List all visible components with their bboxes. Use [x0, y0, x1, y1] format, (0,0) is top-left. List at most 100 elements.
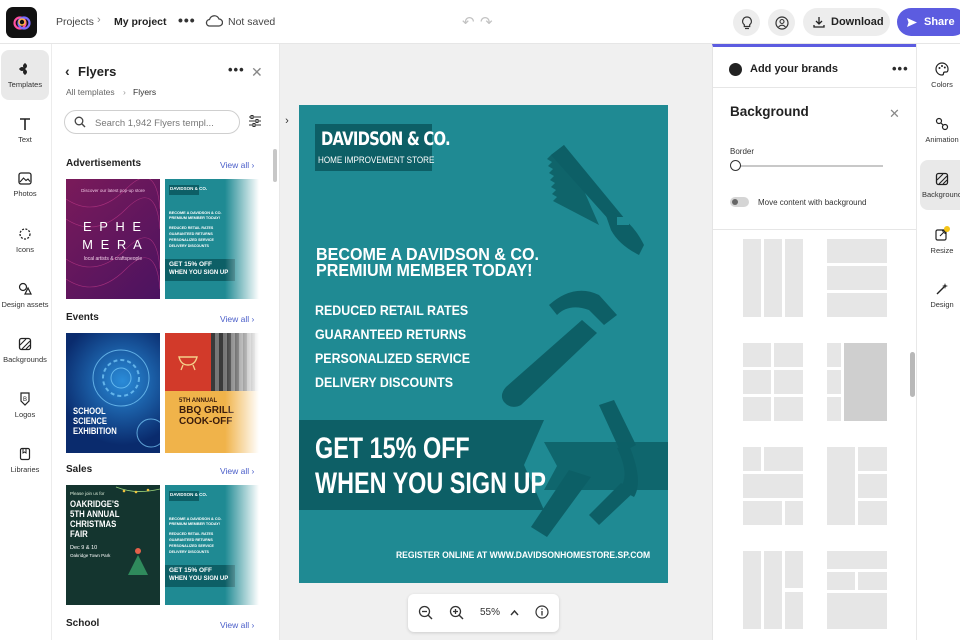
- move-content-toggle[interactable]: [730, 197, 749, 207]
- send-icon: [907, 17, 917, 27]
- right-tool-rail: Colors Animation Background Resize Desig…: [916, 44, 960, 640]
- app-logo-icon[interactable]: [6, 7, 37, 38]
- layout-option[interactable]: [743, 239, 803, 317]
- collapse-panel-chevron-icon[interactable]: ›: [280, 110, 294, 132]
- panel-scrollbar[interactable]: [273, 149, 277, 182]
- section-advertisements: Advertisements: [66, 158, 142, 169]
- rail-item-templates[interactable]: Templates: [1, 50, 49, 100]
- border-slider-track[interactable]: [736, 165, 883, 167]
- panel-more-icon[interactable]: •••: [228, 62, 245, 77]
- template-thumbnail-science[interactable]: SCHOOL SCIENCE EXHIBITION: [66, 333, 160, 453]
- background-icon: [935, 172, 949, 185]
- chevron-right-icon: ›: [123, 87, 126, 97]
- undo-icon[interactable]: ↶: [462, 13, 475, 31]
- resize-icon: [935, 225, 950, 241]
- zoom-out-icon[interactable]: [418, 605, 433, 620]
- template-thumbnail-christmas[interactable]: Please join us for OAKRIDGE'S 5TH ANNUAL…: [66, 485, 160, 605]
- thumb-text: Discover our latest pop-up store: [81, 188, 145, 193]
- thumb-text: 5TH ANNUAL: [179, 398, 218, 404]
- template-thumbnail-ephemera[interactable]: Discover our latest pop-up store E P H E…: [66, 179, 160, 299]
- download-icon: [813, 17, 825, 28]
- layout-option[interactable]: [827, 239, 887, 317]
- zoom-level[interactable]: 55%: [480, 607, 500, 618]
- benefits-list[interactable]: REDUCED RETAIL RATES GUARANTEED RETURNS …: [315, 299, 470, 395]
- panel-title: Flyers: [78, 64, 117, 79]
- search-placeholder: Search 1,942 Flyers templ...: [95, 118, 214, 129]
- thumb-text: WHEN YOU SIGN UP: [169, 270, 229, 276]
- border-slider-handle[interactable]: [730, 160, 741, 171]
- share-button[interactable]: Share: [897, 8, 960, 36]
- section-school: School: [66, 618, 100, 629]
- thumb-text: DAVIDSON & CO.: [170, 492, 208, 497]
- rail-item-design-assets[interactable]: Design assets: [0, 270, 50, 320]
- template-thumbnail-davidson[interactable]: DAVIDSON & CO. BECOME A DAVIDSON & CO. P…: [165, 179, 259, 299]
- rail-item-libraries[interactable]: Libraries: [0, 435, 50, 485]
- template-thumbnail-bbq[interactable]: 5TH ANNUAL BBQ GRILL COOK-OFF: [165, 333, 259, 453]
- thumb-text: OAKRIDGE'S 5TH ANNUAL CHRISTMAS FAIR: [70, 499, 120, 540]
- download-button[interactable]: Download: [803, 8, 890, 36]
- rail-label: Background: [921, 189, 960, 199]
- rail-label: Colors: [931, 79, 953, 89]
- rail-item-colors[interactable]: Colors: [920, 50, 960, 100]
- rail-item-logos[interactable]: B Logos: [0, 380, 50, 430]
- close-icon[interactable]: ✕: [889, 106, 900, 122]
- layout-option[interactable]: [743, 551, 803, 629]
- layout-option[interactable]: [743, 447, 803, 525]
- lightbulb-icon[interactable]: [733, 9, 760, 36]
- view-all-link[interactable]: View all ›: [220, 314, 254, 324]
- icons-icon: [19, 227, 31, 240]
- chevron-up-icon[interactable]: [510, 609, 519, 616]
- left-tool-rail: Templates Text Photos Icons Design asset…: [0, 44, 52, 640]
- breadcrumb-all-templates[interactable]: All templates: [66, 87, 115, 97]
- project-name[interactable]: My project: [114, 16, 167, 28]
- layout-option[interactable]: [827, 447, 887, 525]
- breadcrumb-flyers: Flyers: [133, 87, 157, 97]
- template-search-input[interactable]: Search 1,942 Flyers templ...: [64, 110, 240, 134]
- view-all-link[interactable]: View all ›: [220, 160, 254, 170]
- add-brands-link[interactable]: Add your brands: [750, 63, 838, 75]
- zoom-in-icon[interactable]: [449, 605, 464, 620]
- more-options-icon[interactable]: •••: [178, 12, 196, 28]
- flyer-canvas[interactable]: DAVIDSON & CO. HOME IMPROVEMENT STORE BE…: [299, 105, 668, 583]
- benefit-item: DELIVERY DISCOUNTS: [315, 375, 454, 390]
- rail-item-backgrounds[interactable]: Backgrounds: [0, 325, 50, 375]
- right-panel-scrollbar[interactable]: [910, 352, 915, 397]
- redo-icon[interactable]: ↷: [480, 13, 493, 31]
- view-all-link[interactable]: View all ›: [220, 466, 254, 476]
- magic-wand-icon: [936, 282, 948, 294]
- breadcrumb-projects[interactable]: Projects: [56, 16, 94, 28]
- rail-item-background[interactable]: Background: [920, 160, 960, 210]
- zoom-toolbar: 55%: [408, 594, 559, 632]
- layout-option[interactable]: [827, 551, 887, 629]
- layout-option-selected[interactable]: [827, 343, 887, 421]
- layout-option[interactable]: [743, 343, 803, 421]
- benefit-item: REDUCED RETAIL RATES: [315, 303, 469, 318]
- offer-text[interactable]: GET 15% OFF WHEN YOU SIGN UP: [315, 431, 546, 501]
- back-chevron-icon[interactable]: ‹: [65, 63, 70, 79]
- rail-item-resize[interactable]: Resize: [920, 215, 960, 265]
- view-all-link[interactable]: View all ›: [220, 620, 254, 630]
- templates-icon: [19, 62, 27, 75]
- photo-icon: [18, 172, 32, 185]
- right-panel-more-icon[interactable]: •••: [892, 61, 909, 76]
- invite-collaborator-icon[interactable]: [768, 9, 795, 36]
- rail-label: Resize: [930, 245, 954, 255]
- thumb-text: Oakridge Town Park: [70, 553, 111, 558]
- flyer-headline[interactable]: BECOME A DAVIDSON & CO. PREMIUM MEMBER T…: [316, 245, 539, 279]
- close-icon[interactable]: ✕: [251, 64, 263, 81]
- brand-box[interactable]: DAVIDSON & CO. HOME IMPROVEMENT STORE: [315, 124, 451, 171]
- template-thumbnail-davidson-2[interactable]: DAVIDSON & CO. BECOME A DAVIDSON & CO. P…: [165, 485, 259, 605]
- download-label: Download: [831, 16, 884, 28]
- rail-item-icons[interactable]: Icons: [0, 215, 50, 265]
- layout-grid: [713, 235, 913, 640]
- rail-item-design[interactable]: Design: [920, 270, 960, 320]
- rail-item-animation[interactable]: Animation: [920, 105, 960, 155]
- flyer-footer[interactable]: REGISTER ONLINE AT WWW.DAVIDSONHOMESTORE…: [396, 550, 650, 560]
- thumb-text: BECOME A DAVIDSON & CO. PREMIUM MEMBER T…: [169, 211, 222, 220]
- filter-icon[interactable]: [248, 114, 262, 128]
- brand-subtitle: HOME IMPROVEMENT STORE: [318, 155, 435, 166]
- rail-item-photos[interactable]: Photos: [0, 160, 50, 210]
- info-icon[interactable]: [535, 605, 549, 619]
- search-icon: [74, 116, 86, 128]
- rail-item-text[interactable]: Text: [0, 105, 50, 155]
